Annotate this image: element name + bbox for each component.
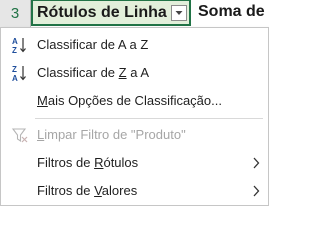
clear-filter-icon [11, 128, 28, 143]
svg-text:Z: Z [12, 65, 17, 74]
svg-text:Z: Z [12, 46, 17, 54]
menu-item-label: Filtros de Rótulos [37, 155, 139, 170]
menu-item-label: Mais Opções de Classificação... [37, 93, 222, 108]
filter-context-menu: A Z Classificar de A a Z Z A Classificar… [0, 27, 269, 206]
menu-item-label: Classificar de A a Z [37, 37, 149, 52]
menu-item-sort-a-to-z[interactable]: A Z Classificar de A a Z [1, 31, 268, 59]
header-row: 3 Rótulos de Linha Soma de V [0, 0, 269, 29]
sort-ascending-az-icon: A Z [12, 37, 26, 54]
menu-item-label: Filtros de Valores [37, 183, 138, 198]
menu-item-label-filters[interactable]: Filtros de Rótulos [1, 149, 268, 177]
menu-item-label: Limpar Filtro de "Produto" [37, 127, 186, 142]
menu-item-sort-z-to-a[interactable]: Z A Classificar de Z a A [1, 59, 268, 87]
filter-dropdown-button[interactable] [171, 5, 187, 21]
sort-descending-za-icon: Z A [12, 65, 26, 82]
excel-sheet-with-filter-menu: 3 Rótulos de Linha Soma de V A Z Classif… [0, 0, 269, 206]
row-labels-text: Rótulos de Linha [37, 4, 167, 21]
svg-text:A: A [12, 37, 18, 46]
sum-values-cell[interactable]: Soma de V [194, 0, 269, 26]
menu-item-label: Classificar de Z a A [37, 65, 150, 80]
svg-text:A: A [12, 74, 18, 82]
menu-separator [35, 118, 263, 119]
menu-item-clear-filter: Limpar Filtro de "Produto" [1, 121, 268, 149]
chevron-right-icon [253, 157, 260, 169]
chevron-down-icon [175, 11, 183, 15]
menu-item-value-filters[interactable]: Filtros de Valores [1, 177, 268, 205]
row-number[interactable]: 3 [0, 0, 31, 28]
menu-item-more-sort-options[interactable]: Mais Opções de Classificação... [1, 87, 268, 115]
sum-values-text: Soma de V [198, 3, 269, 20]
chevron-right-icon [253, 185, 260, 197]
row-labels-cell[interactable]: Rótulos de Linha [31, 0, 191, 26]
